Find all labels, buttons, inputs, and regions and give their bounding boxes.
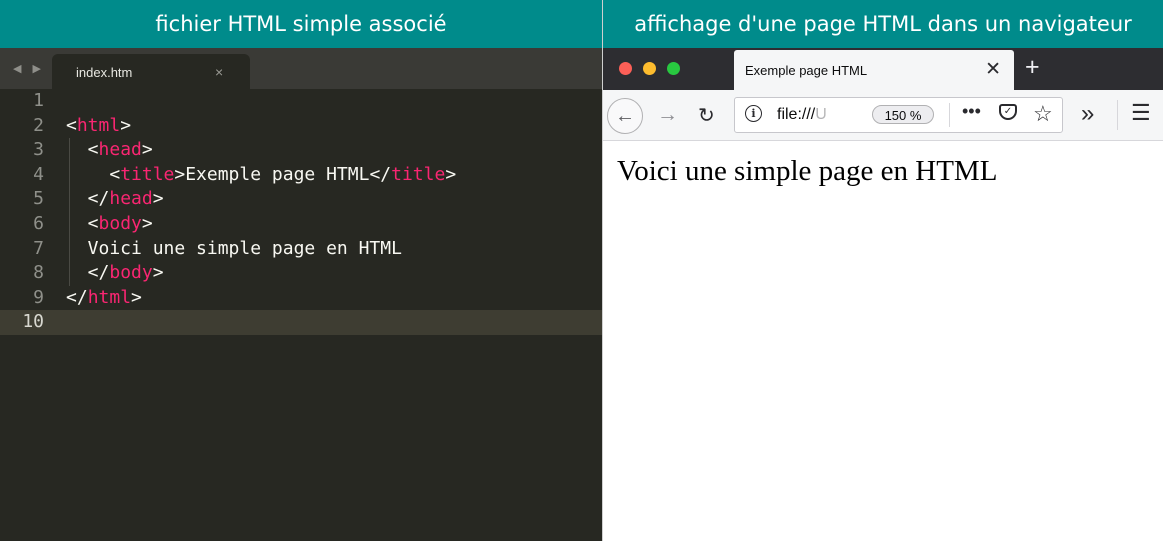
line-number: 6	[33, 212, 44, 234]
line-number: 4	[33, 163, 44, 185]
tag-name: html	[87, 286, 132, 308]
tag-name: html	[76, 114, 121, 136]
code-token: </	[66, 262, 110, 284]
window-close-button[interactable]	[619, 62, 632, 75]
code-text: Voici une simple page en HTML	[66, 237, 402, 262]
toolbar-divider	[1117, 100, 1118, 130]
page-body-text: Voici une simple page en HTML	[617, 155, 998, 187]
code-line[interactable]: 10	[0, 310, 602, 335]
code-line[interactable]: 3 <head>	[0, 138, 602, 163]
browser-tab[interactable]: Exemple page HTML ✕	[734, 50, 1014, 90]
code-token: <	[66, 114, 77, 136]
more-actions-icon[interactable]: •••	[962, 101, 981, 122]
editor-file-tab[interactable]: index.htm ×	[52, 54, 250, 89]
code-line[interactable]: 1	[0, 89, 602, 114]
code-text: </body>	[66, 261, 164, 286]
code-line[interactable]: 7 Voici une simple page en HTML	[0, 237, 602, 262]
line-number: 8	[33, 262, 44, 284]
code-token: >	[131, 286, 142, 308]
code-token: >Exemple page HTML</	[174, 163, 392, 185]
tab-nav-arrows-icon[interactable]: ◀ ▶	[13, 62, 45, 75]
code-text: <html>	[66, 114, 131, 139]
back-arrow-icon[interactable]: ←	[607, 98, 643, 134]
code-token: </	[66, 286, 88, 308]
code-line[interactable]: 5 </head>	[0, 187, 602, 212]
url-scheme: file:///	[777, 106, 816, 123]
code-token: <	[66, 163, 121, 185]
code-token: >	[141, 139, 153, 161]
code-token: >	[152, 188, 164, 210]
window-minimize-button[interactable]	[643, 62, 656, 75]
tag-name: title	[391, 163, 446, 185]
close-icon[interactable]: ✕	[985, 58, 1001, 81]
code-line[interactable]: 4 <title>Exemple page HTML</title>	[0, 163, 602, 188]
browser-toolbar: ← → ↻ i file:///U 150 % ••• ✓ ☆ » ☰	[603, 90, 1163, 141]
zoom-level-badge[interactable]: 150 %	[872, 105, 934, 124]
new-tab-icon[interactable]: +	[1025, 53, 1040, 82]
code-line[interactable]: 2 <html>	[0, 114, 602, 139]
code-token: >	[445, 163, 457, 185]
address-bar[interactable]: i file:///U 150 % ••• ✓ ☆	[734, 97, 1063, 133]
line-number: 7	[33, 237, 44, 259]
code-token: </	[66, 188, 110, 210]
pocket-icon[interactable]: ✓	[999, 104, 1017, 120]
code-text: <body>	[66, 212, 153, 237]
editor-tab-bar: ◀ ▶ index.htm ×	[0, 48, 602, 89]
url-fade	[822, 104, 850, 126]
code-line[interactable]: 8 </body>	[0, 261, 602, 286]
close-icon[interactable]: ×	[215, 64, 223, 80]
forward-arrow-icon[interactable]: →	[657, 103, 678, 127]
editor-caption-banner: fichier HTML simple associé	[0, 0, 602, 48]
browser-caption-banner: affichage d'une page HTML dans un naviga…	[603, 0, 1163, 48]
line-number: 10	[22, 311, 44, 333]
code-line[interactable]: 9 </html>	[0, 286, 602, 311]
code-token: <	[66, 212, 99, 234]
code-token: >	[152, 262, 164, 284]
tag-name: body	[109, 262, 153, 284]
bookmark-star-icon[interactable]: ☆	[1033, 101, 1053, 127]
browser-tab-title: Exemple page HTML	[745, 63, 868, 78]
browser-title-bar: Exemple page HTML ✕ +	[603, 48, 1163, 90]
line-number: 2	[33, 114, 44, 136]
editor-tab-label: index.htm	[76, 65, 133, 80]
code-token: <	[66, 139, 99, 161]
page-content: Voici une simple page en HTML	[603, 141, 1163, 541]
tag-name: body	[98, 212, 142, 234]
tag-name: head	[98, 139, 142, 161]
hamburger-menu-icon[interactable]: ☰	[1131, 100, 1151, 126]
line-number: 9	[33, 286, 44, 308]
code-token: >	[120, 114, 132, 136]
url-divider	[949, 103, 950, 127]
tag-name: title	[120, 163, 175, 185]
line-number: 3	[33, 139, 44, 161]
code-line[interactable]: 6 <body>	[0, 212, 602, 237]
code-token: Voici une simple page en HTML	[66, 237, 402, 259]
tag-name: head	[109, 188, 153, 210]
code-text: <head>	[66, 138, 153, 163]
code-area[interactable]: 1 2 <html> 3 <head> 4 <title>Exemple page HT…	[0, 89, 602, 541]
code-text: <title>Exemple page HTML</title>	[66, 163, 456, 188]
window-maximize-button[interactable]	[667, 62, 680, 75]
url-text: file:///U	[777, 106, 827, 124]
code-token: >	[141, 212, 153, 234]
reload-icon[interactable]: ↻	[698, 103, 715, 128]
info-icon[interactable]: i	[745, 105, 762, 122]
line-number: 1	[33, 90, 44, 111]
overflow-chevron-icon[interactable]: »	[1081, 100, 1094, 128]
code-text: </html>	[66, 286, 142, 311]
browser-panel: affichage d'une page HTML dans un naviga…	[603, 0, 1163, 541]
code-text: </head>	[66, 187, 164, 212]
editor-panel: fichier HTML simple associé ◀ ▶ index.ht…	[0, 0, 602, 541]
line-number: 5	[33, 188, 44, 210]
